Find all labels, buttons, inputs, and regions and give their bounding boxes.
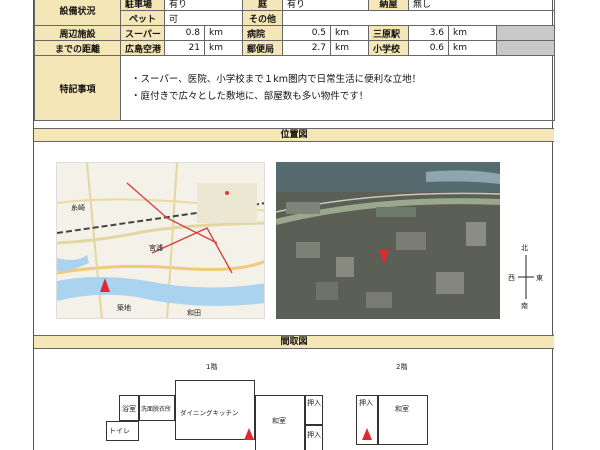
nearby-unit: km [330,40,370,56]
nearby-name: スーパー [120,25,165,41]
nearby-value: 0.8 [164,25,205,41]
grey-cell [496,40,556,56]
nearby-unit: km [203,25,244,41]
floorplan: 1階 2階 浴室 洗面脱衣所 ダイニングキッチン トイレ 和室 押入 押入 押入 [34,360,554,450]
room-bath: 浴室 [119,395,139,421]
garden-label: 庭 [242,0,284,11]
parking-label: 駐車場 [120,0,165,11]
pet-value: 可 [163,10,244,26]
floor2-label: 2階 [396,363,408,371]
room-dining: ダイニングキッチン [175,380,255,440]
note-line: ・庭付きで広々とした敷地に、部屋数も多い物件です！ [131,91,369,102]
room-toilet: トイレ [106,421,139,441]
barn-label: 納屋 [368,0,410,11]
compass-north: 北 [521,244,528,252]
notes-body: ・スーパー、医院、小学校まで１km圏内で日常生活に便利な立地！ ・庭付きで広々と… [119,55,556,121]
room-oshiire: 押入 [305,395,323,425]
property-sheet: 設備状況 駐車場 有り 庭 有り 納屋 無し ペット 可 その他 周辺施設 スー… [33,0,556,450]
room-wash: 洗面脱衣所 [139,395,175,421]
other-label: その他 [242,10,284,26]
aerial-map [276,162,500,319]
nearby-unit: km [203,40,244,56]
nearby-name: 広島空港 [120,40,165,56]
nearby-name: 三原駅 [368,25,410,41]
location-marker-icon [100,278,110,292]
pet-label: ペット [120,10,165,26]
room-washitsu: 和室 [378,395,428,445]
map-label: 築地 [117,304,131,312]
nearby-label-2: までの距離 [34,40,121,56]
garden-value: 有り [282,0,370,11]
room-oshiire: 押入 [305,425,323,450]
nearby-name: 小学校 [368,40,410,56]
parking-value: 有り [163,0,244,11]
nearby-unit: km [448,25,498,41]
compass-south: 南 [521,302,528,310]
map-label: 和田 [187,309,201,317]
nearby-value: 0.5 [282,25,332,41]
note-line: ・スーパー、医院、小学校まで１km圏内で日常生活に便利な立地！ [131,74,422,85]
map-label: 糸崎 [71,204,85,212]
nearby-value: 21 [164,40,205,56]
entrance-marker-icon [244,428,254,440]
property-info-table: 設備状況 駐車場 有り 庭 有り 納屋 無し ペット 可 その他 周辺施設 スー… [34,0,556,121]
stair-marker-icon [362,428,372,440]
nearby-name: 病院 [242,25,284,41]
nearby-unit: km [448,40,498,56]
street-map: 糸崎 宮浦 和田 築地 [56,162,265,319]
compass-icon: 北 西 東 南 [506,243,546,313]
nearby-value: 0.6 [408,40,450,56]
floor1-label: 1階 [206,363,218,371]
room-washitsu: 和室 [255,395,305,450]
nearby-value: 3.6 [408,25,450,41]
floorplan-title: 間取図 [34,335,554,349]
facilities-label: 設備状況 [34,0,121,26]
nearby-name: 郵便局 [242,40,284,56]
other-value [282,10,556,26]
grey-cell [496,25,556,41]
map-label: 宮浦 [149,244,163,252]
location-title: 位置図 [34,128,554,142]
nearby-unit: km [330,25,370,41]
barn-value: 無し [408,0,556,11]
nearby-label-1: 周辺施設 [34,25,121,41]
nearby-value: 2.7 [282,40,332,56]
notes-label: 特記事項 [34,55,121,121]
location-marker-icon [379,250,389,264]
